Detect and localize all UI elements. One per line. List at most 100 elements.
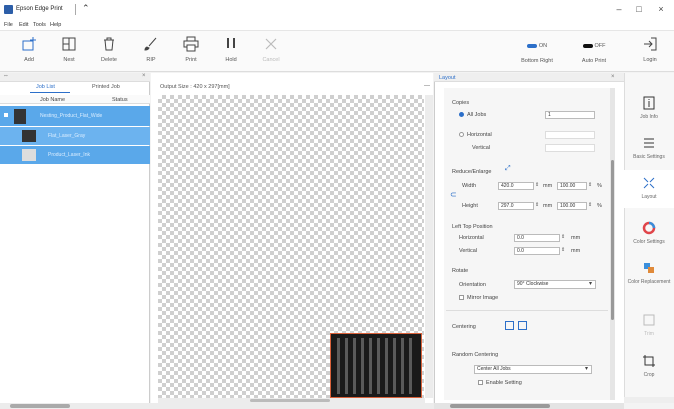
orientation-label: Orientation <box>459 282 486 288</box>
scale-spinner-icon[interactable]: ⇕ <box>588 182 592 188</box>
job-name: Flat_Laser_Gray <box>48 133 86 139</box>
layout-close-icon[interactable]: × <box>611 74 615 80</box>
random-centering-label: Random Centering <box>452 352 499 358</box>
col-status[interactable]: Status <box>112 97 128 103</box>
delete-button[interactable]: Delete <box>89 33 129 69</box>
tab-job-info[interactable]: Job Info <box>624 90 674 128</box>
scale-spinner-icon[interactable]: ⇕ <box>588 202 592 208</box>
center-vertical-icon[interactable] <box>518 321 527 330</box>
menu-help[interactable]: Help <box>50 22 61 28</box>
color-wheel-icon <box>642 221 656 235</box>
tab-color-settings-label: Color Settings <box>633 239 665 245</box>
color-replacement-icon <box>644 263 654 273</box>
delete-label: Delete <box>101 57 117 63</box>
orientation-select[interactable]: 90° Clockwise <box>514 280 596 289</box>
vertical-label: Vertical <box>472 145 491 151</box>
bottom-right-toggle[interactable]: ON Bottom Right <box>517 43 557 64</box>
vertical-copies-field[interactable] <box>545 144 595 152</box>
menu-bar <box>0 20 674 30</box>
width-unit: mm <box>543 183 553 189</box>
print-label: Print <box>185 57 197 63</box>
app-title: Epson Edge Print <box>16 6 63 12</box>
nest-icon <box>62 37 76 51</box>
job-row[interactable]: Flat_Laser_Gray <box>0 127 150 145</box>
height-label: Height <box>462 203 478 209</box>
tab-color-replacement[interactable]: Color Replacement <box>624 255 674 301</box>
panel-close-icon[interactable]: × <box>142 73 146 79</box>
job-row[interactable]: Nesting_Product_Flat_Wide <box>0 106 150 126</box>
enable-setting-checkbox[interactable] <box>478 380 483 385</box>
cancel-button[interactable]: Cancel <box>251 33 291 69</box>
trim-icon <box>643 314 655 326</box>
layout-h-scroll-thumb[interactable] <box>450 404 550 408</box>
maximize-button[interactable]: □ <box>632 4 646 14</box>
print-button[interactable]: Print <box>171 33 211 69</box>
login-button[interactable]: Login <box>630 33 670 69</box>
add-button[interactable]: Add <box>9 33 49 69</box>
print-image-preview[interactable] <box>330 333 422 398</box>
fit-arrows-icon[interactable]: ⤢ <box>505 165 511 173</box>
menu-tools[interactable]: Tools <box>33 22 46 28</box>
menu-file[interactable]: File <box>4 22 13 28</box>
width-percent: % <box>597 183 602 189</box>
link-ratio-icon[interactable]: ⊂ <box>450 190 457 199</box>
toggle-switch-icon <box>582 43 593 48</box>
rip-button[interactable]: RIP <box>131 33 171 69</box>
collapse-ribbon-icon[interactable]: ⌃ <box>82 3 90 14</box>
tab-printed-job[interactable]: Printed Job <box>92 84 120 90</box>
pos-vertical-field[interactable]: 0.0 <box>514 247 560 255</box>
nest-button[interactable]: Nest <box>49 33 89 69</box>
height-field[interactable]: 297.0 <box>498 202 534 210</box>
horizontal-copies-field[interactable] <box>545 131 595 139</box>
tab-job-list[interactable]: Job List <box>36 84 55 90</box>
title-bar <box>0 0 674 20</box>
auto-print-state: OFF <box>594 43 606 49</box>
copies-field[interactable]: 1 <box>545 111 595 119</box>
side-tab-scrollbar[interactable] <box>624 397 674 403</box>
job-row[interactable]: Product_Laser_Ink <box>0 146 150 164</box>
chevron-down-icon[interactable]: ▾ <box>585 365 588 372</box>
reduce-enlarge-label: Reduce/Enlarge <box>452 169 492 175</box>
height-percent: % <box>597 203 602 209</box>
expand-icon[interactable] <box>4 113 8 117</box>
auto-print-toggle[interactable]: OFF Auto Print <box>574 43 614 64</box>
col-job-name[interactable]: Job Name <box>40 97 65 103</box>
width-spinner-icon[interactable]: ⇕ <box>535 182 539 188</box>
minimize-button[interactable]: – <box>612 4 626 14</box>
menu-edit[interactable]: Edit <box>19 22 28 28</box>
menu-lines-icon <box>644 138 654 148</box>
width-scale-field[interactable]: 100.00 <box>557 182 587 190</box>
pin-icon[interactable]: ⇔ <box>3 73 9 79</box>
tab-layout[interactable]: Layout <box>624 170 674 208</box>
height-spinner-icon[interactable]: ⇕ <box>535 202 539 208</box>
hold-button[interactable]: Hold <box>211 33 251 69</box>
tab-basic-settings[interactable]: Basic Settings <box>624 130 674 168</box>
horizontal-radio[interactable] <box>459 132 464 137</box>
center-horizontal-icon[interactable] <box>505 321 514 330</box>
mirror-image-checkbox[interactable] <box>459 295 464 300</box>
layout-panel-header <box>434 73 624 82</box>
mirror-image-label: Mirror Image <box>467 295 499 301</box>
all-jobs-radio[interactable] <box>459 112 464 117</box>
rip-label: RIP <box>146 57 156 63</box>
close-button[interactable]: × <box>654 4 668 14</box>
tab-crop[interactable]: Crop <box>624 348 674 386</box>
width-field[interactable]: 420.0 <box>498 182 534 190</box>
layout-scroll-thumb[interactable] <box>611 160 614 320</box>
job-name: Product_Laser_Ink <box>48 152 90 158</box>
tab-trim[interactable]: Trim <box>624 307 674 345</box>
height-scale-field[interactable]: 100.00 <box>557 202 587 210</box>
random-centering-select[interactable]: Center All Jobs <box>474 365 592 374</box>
tab-color-settings[interactable]: Color Settings <box>624 215 674 253</box>
job-info-icon <box>643 96 655 110</box>
chevron-down-icon[interactable]: ▾ <box>589 280 592 287</box>
pos-h-unit: mm <box>571 235 581 241</box>
pos-horizontal-field[interactable]: 0.0 <box>514 234 560 242</box>
bottom-scroll-thumb[interactable] <box>10 404 70 408</box>
preview-menu-icon[interactable]: — <box>424 83 430 89</box>
pos-v-spinner-icon[interactable]: ⇕ <box>561 247 565 253</box>
pos-h-spinner-icon[interactable]: ⇕ <box>561 234 565 240</box>
job-name: Nesting_Product_Flat_Wide <box>40 113 103 119</box>
canvas-scroll-thumb[interactable] <box>250 399 330 402</box>
add-label: Add <box>24 57 34 63</box>
